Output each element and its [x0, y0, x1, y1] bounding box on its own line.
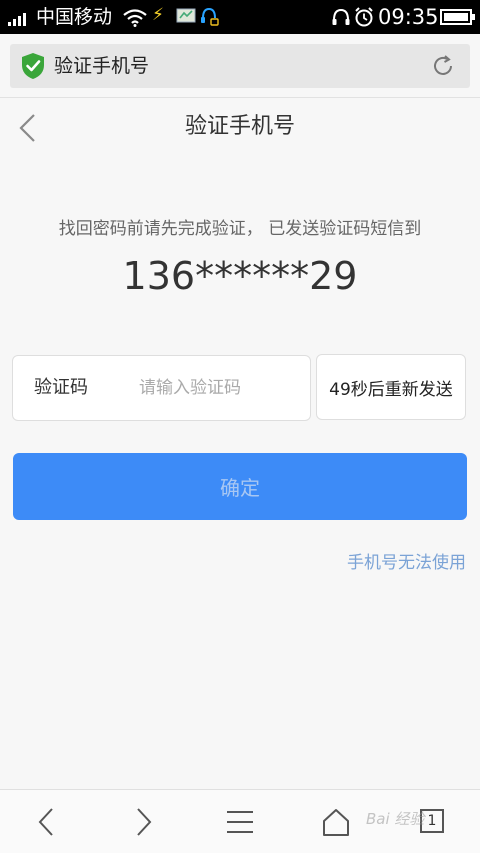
page-title: 验证手机号: [184, 114, 295, 139]
verification-code-field: 验证码: [12, 355, 311, 421]
wifi-icon: [123, 9, 147, 27]
home-icon[interactable]: [318, 804, 354, 840]
headphones-icon: [332, 8, 350, 25]
security-shield-icon: [22, 53, 44, 79]
baidu-watermark: Bai 经验: [366, 810, 425, 828]
battery-icon: [440, 9, 475, 25]
browser-address-area: 验证手机号: [0, 34, 480, 98]
alarm-clock-icon: [355, 7, 373, 27]
charging-bolt-icon: ⚡: [152, 5, 164, 25]
refresh-icon[interactable]: [430, 53, 456, 79]
masked-phone-number: 136******29: [122, 254, 358, 298]
page-header: 验证手机号: [0, 98, 480, 158]
verification-code-input[interactable]: [139, 373, 299, 403]
verification-code-label: 验证码: [34, 377, 88, 398]
confirm-button[interactable]: 确定: [13, 453, 467, 520]
phone-unusable-link[interactable]: 手机号无法使用: [347, 551, 466, 575]
forward-icon[interactable]: [126, 804, 162, 840]
menu-icon[interactable]: [222, 804, 258, 840]
verification-hint: 找回密码前请先完成验证， 已发送验证码短信到: [58, 219, 422, 239]
support-notification-icon: [201, 7, 219, 26]
signal-icon: [8, 10, 26, 26]
app-notification-icon: [176, 8, 196, 23]
status-bar: 中国移动 ⚡ 09:35: [0, 0, 480, 34]
address-bar[interactable]: 验证手机号: [10, 44, 470, 88]
address-bar-title: 验证手机号: [54, 55, 150, 77]
carrier-name: 中国移动: [36, 6, 113, 28]
back-icon[interactable]: [28, 804, 64, 840]
clock-time: 09:35: [378, 5, 439, 29]
resend-code-button[interactable]: 49秒后重新发送: [316, 354, 466, 420]
